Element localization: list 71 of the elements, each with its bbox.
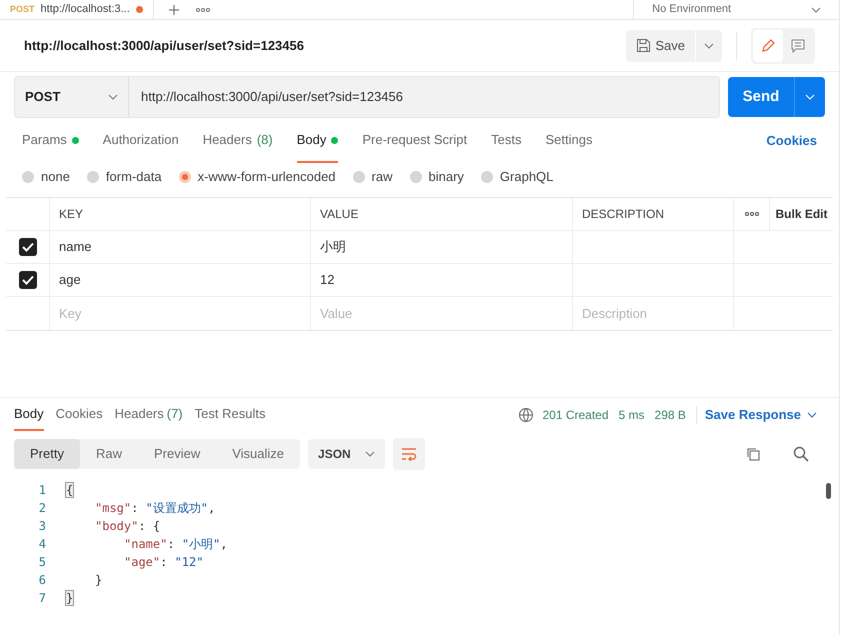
more-icon[interactable] bbox=[744, 212, 758, 216]
response-tab[interactable]: Test Results bbox=[194, 398, 266, 431]
column-header: VALUE bbox=[320, 206, 358, 223]
check-icon bbox=[22, 242, 34, 252]
environment-dropdown[interactable]: No Environment bbox=[633, 0, 839, 19]
request-option-tab[interactable]: Settings bbox=[545, 119, 592, 163]
request-option-tab[interactable]: Headers (8) bbox=[202, 119, 273, 163]
copy-icon[interactable] bbox=[745, 446, 761, 462]
body-type-radio[interactable]: form-data bbox=[86, 167, 162, 187]
line-number: 5 bbox=[38, 554, 47, 571]
code-line: } bbox=[95, 572, 102, 589]
response-tab[interactable]: Body bbox=[14, 398, 44, 431]
save-icon bbox=[636, 38, 652, 53]
table-cell-text: 小明 bbox=[320, 238, 346, 256]
code-line: "msg": "设置成功", bbox=[95, 500, 216, 517]
plus-icon[interactable] bbox=[168, 4, 180, 16]
line-number: 6 bbox=[38, 572, 47, 589]
response-tab[interactable]: Cookies bbox=[56, 398, 103, 431]
format-dropdown[interactable]: JSON bbox=[308, 439, 385, 469]
caret-icon bbox=[108, 94, 118, 100]
table-cell-text: age bbox=[59, 271, 81, 290]
caret-icon bbox=[811, 6, 821, 12]
view-mode-tab[interactable]: Pretty bbox=[14, 439, 80, 469]
code-line: "body": { bbox=[95, 518, 160, 535]
url-input[interactable]: http://localhost:3000/api/user/set?sid=123456 bbox=[129, 77, 415, 117]
globe-icon[interactable] bbox=[518, 406, 534, 422]
edit-icon[interactable] bbox=[753, 30, 783, 62]
code-line: "age": "12" bbox=[124, 554, 204, 571]
request-option-tab[interactable]: Authorization bbox=[102, 119, 179, 163]
view-mode-tab[interactable]: Raw bbox=[80, 439, 138, 469]
check-icon bbox=[22, 275, 34, 285]
caret-icon bbox=[364, 451, 375, 457]
bulk-edit-link[interactable]: Bulk Edit bbox=[775, 205, 828, 223]
body-type-radio[interactable]: raw bbox=[352, 167, 392, 187]
line-number: 7 bbox=[38, 590, 47, 607]
response-tab[interactable]: Headers (7) bbox=[114, 398, 183, 431]
line-number: 2 bbox=[38, 500, 47, 517]
table-cell-text: name bbox=[59, 238, 92, 256]
caret-icon bbox=[807, 412, 817, 418]
caret-icon[interactable] bbox=[704, 42, 714, 48]
line-number: 3 bbox=[38, 518, 47, 535]
body-type-radio[interactable]: x-www-form-urlencoded bbox=[178, 167, 336, 187]
request-option-tab[interactable]: Params bbox=[22, 119, 79, 163]
scrollbar[interactable] bbox=[826, 483, 831, 499]
more-icon[interactable] bbox=[196, 8, 210, 12]
table-cell-text: 12 bbox=[320, 271, 334, 290]
line-number: 1 bbox=[38, 482, 47, 499]
column-header: DESCRIPTION bbox=[582, 206, 664, 223]
status-code[interactable]: 201 Created bbox=[542, 406, 609, 424]
checkbox[interactable] bbox=[18, 238, 36, 256]
request-option-tab[interactable]: Body bbox=[296, 119, 338, 163]
body-type-radio[interactable]: binary bbox=[410, 167, 464, 187]
wrap-lines-icon[interactable] bbox=[392, 438, 425, 470]
response-time[interactable]: 5 ms bbox=[618, 406, 645, 424]
request-option-tab[interactable]: Pre-request Script bbox=[362, 119, 468, 163]
checkbox[interactable] bbox=[18, 271, 36, 289]
cookies-link[interactable]: Cookies bbox=[766, 131, 817, 151]
request-option-tab[interactable]: Tests bbox=[491, 119, 522, 163]
method-dropdown[interactable]: POST bbox=[15, 77, 129, 117]
save-response-button[interactable]: Save Response bbox=[704, 404, 817, 424]
column-header: KEY bbox=[59, 206, 84, 223]
body-type-radio[interactable]: none bbox=[22, 167, 70, 187]
view-mode-tab[interactable]: Visualize bbox=[216, 439, 300, 469]
line-number: 4 bbox=[38, 536, 47, 553]
response-size[interactable]: 298 B bbox=[654, 406, 686, 424]
url-bar[interactable]: POST http://localhost:3000/api/user/set?sid=123456 bbox=[14, 76, 720, 118]
body-type-radio[interactable]: GraphQL bbox=[480, 167, 554, 187]
view-mode-tab[interactable]: Preview bbox=[138, 439, 216, 469]
search-icon[interactable] bbox=[793, 446, 809, 462]
request-title: http://localhost:3000/api/user/set?sid=123456 bbox=[24, 36, 305, 55]
code-line: "name": "小明", bbox=[124, 536, 228, 553]
